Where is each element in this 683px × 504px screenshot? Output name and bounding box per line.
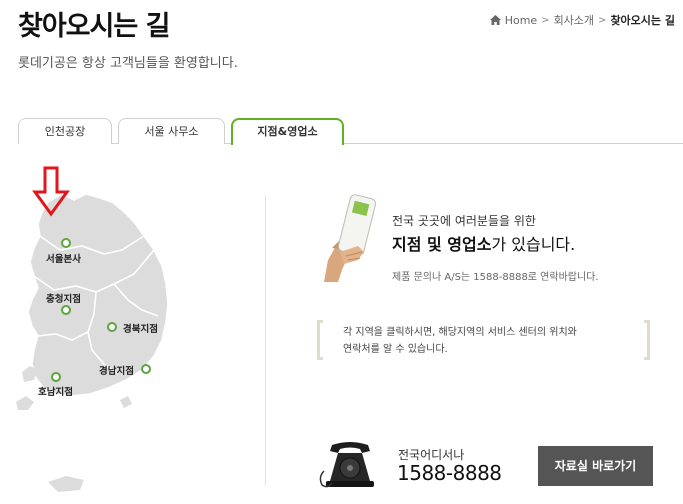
- breadcrumb-parent-link[interactable]: 회사소개: [554, 12, 594, 28]
- breadcrumb-home-link[interactable]: Home: [505, 14, 537, 27]
- marker-chungcheong[interactable]: [61, 305, 71, 315]
- intro-line1: 전국 곳곳에 여러분들을 위한: [392, 214, 536, 228]
- intro-line2-bold: 지점 및 영업소: [392, 235, 492, 254]
- note-text: 각 지역을 클릭하시면, 해당지역의 서비스 센터의 위치와 연락처를 알 수 …: [343, 324, 577, 358]
- region-chungcheong-label[interactable]: 충청지점: [46, 291, 81, 305]
- info-note: 각 지역을 클릭하시면, 해당지역의 서비스 센터의 위치와 연락처를 알 수 …: [317, 320, 650, 360]
- note-bracket-right: [644, 320, 650, 360]
- hand-holding-phone-icon: [324, 194, 377, 282]
- tab-incheon-factory[interactable]: 인천공장: [18, 118, 112, 144]
- breadcrumb: Home > 회사소개 > 찾아오시는 길: [489, 12, 675, 28]
- home-icon: [489, 15, 501, 25]
- chevron-right-icon: >: [541, 14, 550, 26]
- region-gyeongbuk-label[interactable]: 경북지점: [123, 321, 158, 335]
- archive-shortcut-button[interactable]: 자료실 바로가기: [538, 446, 653, 486]
- note-bracket-left: [317, 320, 323, 360]
- page-subtitle: 롯데기공은 항상 고객님들을 환영합니다.: [18, 56, 238, 71]
- contact-number: 1588-8888: [397, 461, 502, 485]
- region-gyeongnam-label[interactable]: 경남지점: [99, 363, 134, 377]
- page-title: 찾아오시는 길: [18, 11, 170, 42]
- marker-seoul[interactable]: [61, 238, 71, 248]
- marker-gyeongnam[interactable]: [141, 364, 151, 374]
- korea-map: 서울본사 충청지점 경북지점 경남지점 호남지점: [0, 150, 265, 504]
- telephone-icon: [319, 442, 374, 488]
- intro-line2: 지점 및 영업소가 있습니다.: [392, 231, 575, 255]
- tab-branches[interactable]: 지점&영업소: [231, 118, 344, 145]
- region-seoul-label[interactable]: 서울본사: [46, 251, 81, 265]
- marker-gyeongbuk[interactable]: [107, 322, 117, 332]
- note-line1: 각 지역을 클릭하시면, 해당지역의 서비스 센터의 위치와: [343, 327, 577, 338]
- chevron-right-icon: >: [598, 14, 607, 26]
- content-divider: [265, 196, 266, 486]
- breadcrumb-current: 찾아오시는 길: [610, 14, 675, 27]
- region-honam-label[interactable]: 호남지점: [38, 384, 73, 398]
- location-tabs: 인천공장 서울 사무소 지점&영업소: [18, 118, 683, 145]
- tab-seoul-office[interactable]: 서울 사무소: [118, 118, 225, 144]
- note-line2: 연락처를 알 수 있습니다.: [343, 344, 448, 355]
- marker-honam[interactable]: [51, 372, 61, 382]
- intro-line2-rest: 가 있습니다.: [491, 235, 576, 254]
- intro-line3: 제품 문의나 A/S는 1588-8888로 연락바랍니다.: [392, 272, 599, 283]
